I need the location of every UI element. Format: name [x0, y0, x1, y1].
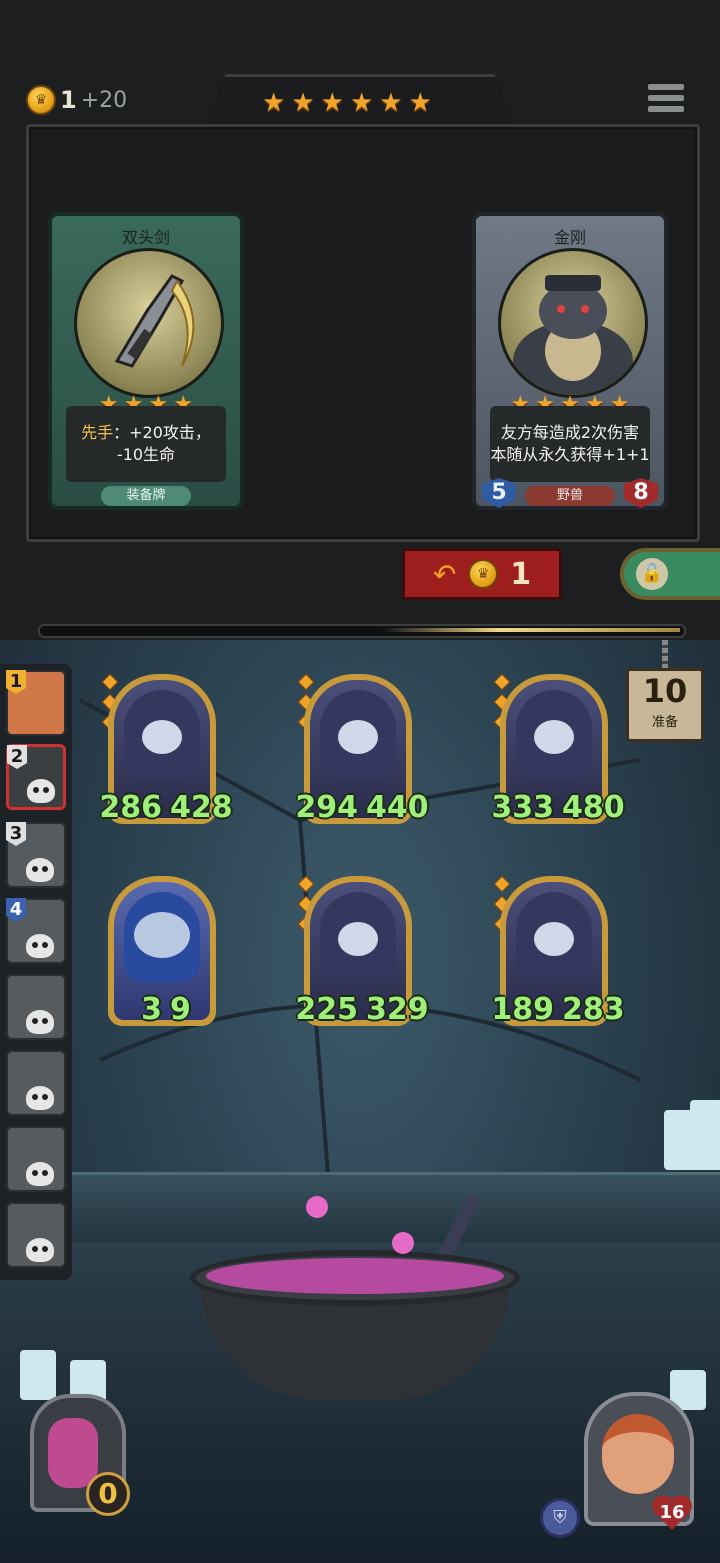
unit-attack: 294: [295, 790, 362, 825]
keyword-first-strike: 先手: [81, 423, 114, 442]
gold-count: 1: [60, 86, 77, 114]
unit-attack: 286: [99, 790, 166, 825]
unit-health: 9: [166, 992, 196, 1027]
hero-portrait: [602, 1414, 674, 1494]
opponent-portrait[interactable]: 2: [6, 744, 66, 810]
board-unit[interactable]: 294 440: [295, 673, 429, 834]
skull-icon: [26, 1162, 54, 1186]
tavern-xp-fill: [380, 628, 680, 632]
unit-attack: 225: [295, 992, 362, 1027]
card-name: 金刚: [553, 228, 586, 247]
unit-attack: 3: [136, 992, 166, 1027]
lock-shop-button[interactable]: 🔓: [620, 548, 720, 600]
opponent-portrait[interactable]: 4: [6, 898, 66, 964]
skull-icon: [26, 858, 54, 882]
candle: [690, 1100, 720, 1170]
card-name: 双头剑: [121, 228, 170, 247]
player-avatar[interactable]: 16: [584, 1392, 702, 1532]
opponent-rank: 3: [6, 822, 26, 846]
card-description: 友方每造成2次伤害 本随从永久获得+1+1: [490, 406, 650, 482]
gorilla-icon: [498, 248, 648, 398]
star-icon: ★: [262, 88, 286, 118]
skull-icon: [26, 1238, 54, 1262]
chain: [662, 640, 668, 670]
refresh-cost: 1: [510, 556, 532, 592]
skull-icon: [27, 779, 55, 803]
shop-card-equipment[interactable]: 双头剑 ★ ★ ★ ★ 先手：+20攻击， -10生命 装备牌: [48, 212, 244, 510]
card-type-tag: 野兽: [525, 486, 615, 506]
crown-coin-icon: ♛: [26, 85, 56, 115]
unit-health: 440: [362, 790, 429, 825]
opponent-rank: 4: [6, 898, 26, 922]
crown-coin-icon: ♛: [468, 559, 499, 589]
lock-icon: 🔓: [636, 558, 668, 590]
skull-icon: [26, 1086, 54, 1110]
unit-health: 428: [166, 790, 233, 825]
board-unit[interactable]: 189 283: [491, 875, 625, 1036]
opponent-portrait[interactable]: [6, 1050, 66, 1116]
desc-line: 本随从永久获得+1+1: [490, 445, 650, 464]
voodoo-coin-count: 0: [86, 1472, 130, 1516]
prep-label: 准备: [651, 715, 678, 730]
opponent-portrait[interactable]: [6, 1202, 66, 1268]
heart-bubble-icon: [306, 1196, 328, 1218]
board-unit[interactable]: 225 329: [295, 875, 429, 1036]
imp-portrait: [114, 882, 210, 1020]
stone-ledge: [0, 1172, 720, 1245]
tavern-stars: ★ ★ ★ ★ ★ ★: [262, 88, 462, 122]
skull-icon: [26, 934, 54, 958]
star-icon: ★: [320, 88, 344, 118]
desc-line: ：+20攻击，: [113, 423, 211, 442]
unit-attack: 189: [491, 992, 558, 1027]
desc-line: 友方每造成2次伤害: [500, 423, 640, 442]
desc-line: -10生命: [116, 445, 176, 464]
star-icon: ★: [291, 88, 315, 118]
candle: [20, 1350, 56, 1400]
opponent-rank: 2: [7, 745, 27, 769]
tavern-xp-bar: [38, 624, 686, 638]
prep-turns: 10: [642, 672, 688, 710]
menu-button[interactable]: [648, 84, 684, 120]
star-icon: ★: [349, 88, 374, 118]
card-type-tag: 装备牌: [101, 486, 191, 506]
unit-health: 480: [558, 790, 625, 825]
voodoo-doll-icon: [48, 1418, 98, 1488]
shop-card-minion[interactable]: 金刚 ★ ★ ★ ★ ★ 友方每造成2次伤害 本随从永久获得+1+1 5 野兽 …: [472, 212, 668, 510]
board-unit[interactable]: 3 9: [104, 876, 222, 1036]
skull-icon: [26, 1010, 54, 1034]
unit-health: 283: [558, 992, 625, 1027]
prep-timer-sign: 10 准备: [626, 668, 704, 742]
gold-income: +20: [80, 87, 128, 113]
refresh-icon: ↶: [432, 557, 457, 591]
card-attack: 5: [482, 478, 516, 508]
gold-display: ♛ 1 +20: [26, 84, 127, 116]
card-health: 8: [624, 478, 658, 508]
board-unit[interactable]: 333 480: [491, 673, 625, 834]
unit-attack: 333: [491, 790, 558, 825]
cauldron[interactable]: [190, 1250, 520, 1430]
opponent-list: 1 2 3 4: [0, 664, 72, 1280]
unit-health: 329: [362, 992, 429, 1027]
opponent-rank: 1: [6, 670, 26, 694]
star-icon: ★: [408, 88, 432, 118]
star-icon: ★: [379, 88, 403, 118]
opponent-portrait[interactable]: 3: [6, 822, 66, 888]
menu-icon: [648, 84, 684, 90]
double-headed-sword-icon: [74, 248, 224, 398]
heart-bubble-icon: [392, 1232, 414, 1254]
opponent-portrait[interactable]: [6, 974, 66, 1040]
refresh-button[interactable]: ↶ ♛ 1: [402, 548, 562, 600]
armor-shield-icon: ⛨: [540, 1498, 580, 1538]
opponent-portrait[interactable]: 1: [6, 670, 66, 736]
voodoo-doll-slot[interactable]: 0: [8, 1394, 146, 1524]
card-description: 先手：+20攻击， -10生命: [66, 406, 226, 482]
potion-liquid: [206, 1258, 504, 1294]
opponent-portrait[interactable]: [6, 1126, 66, 1192]
board-unit[interactable]: 286 428: [99, 673, 233, 834]
